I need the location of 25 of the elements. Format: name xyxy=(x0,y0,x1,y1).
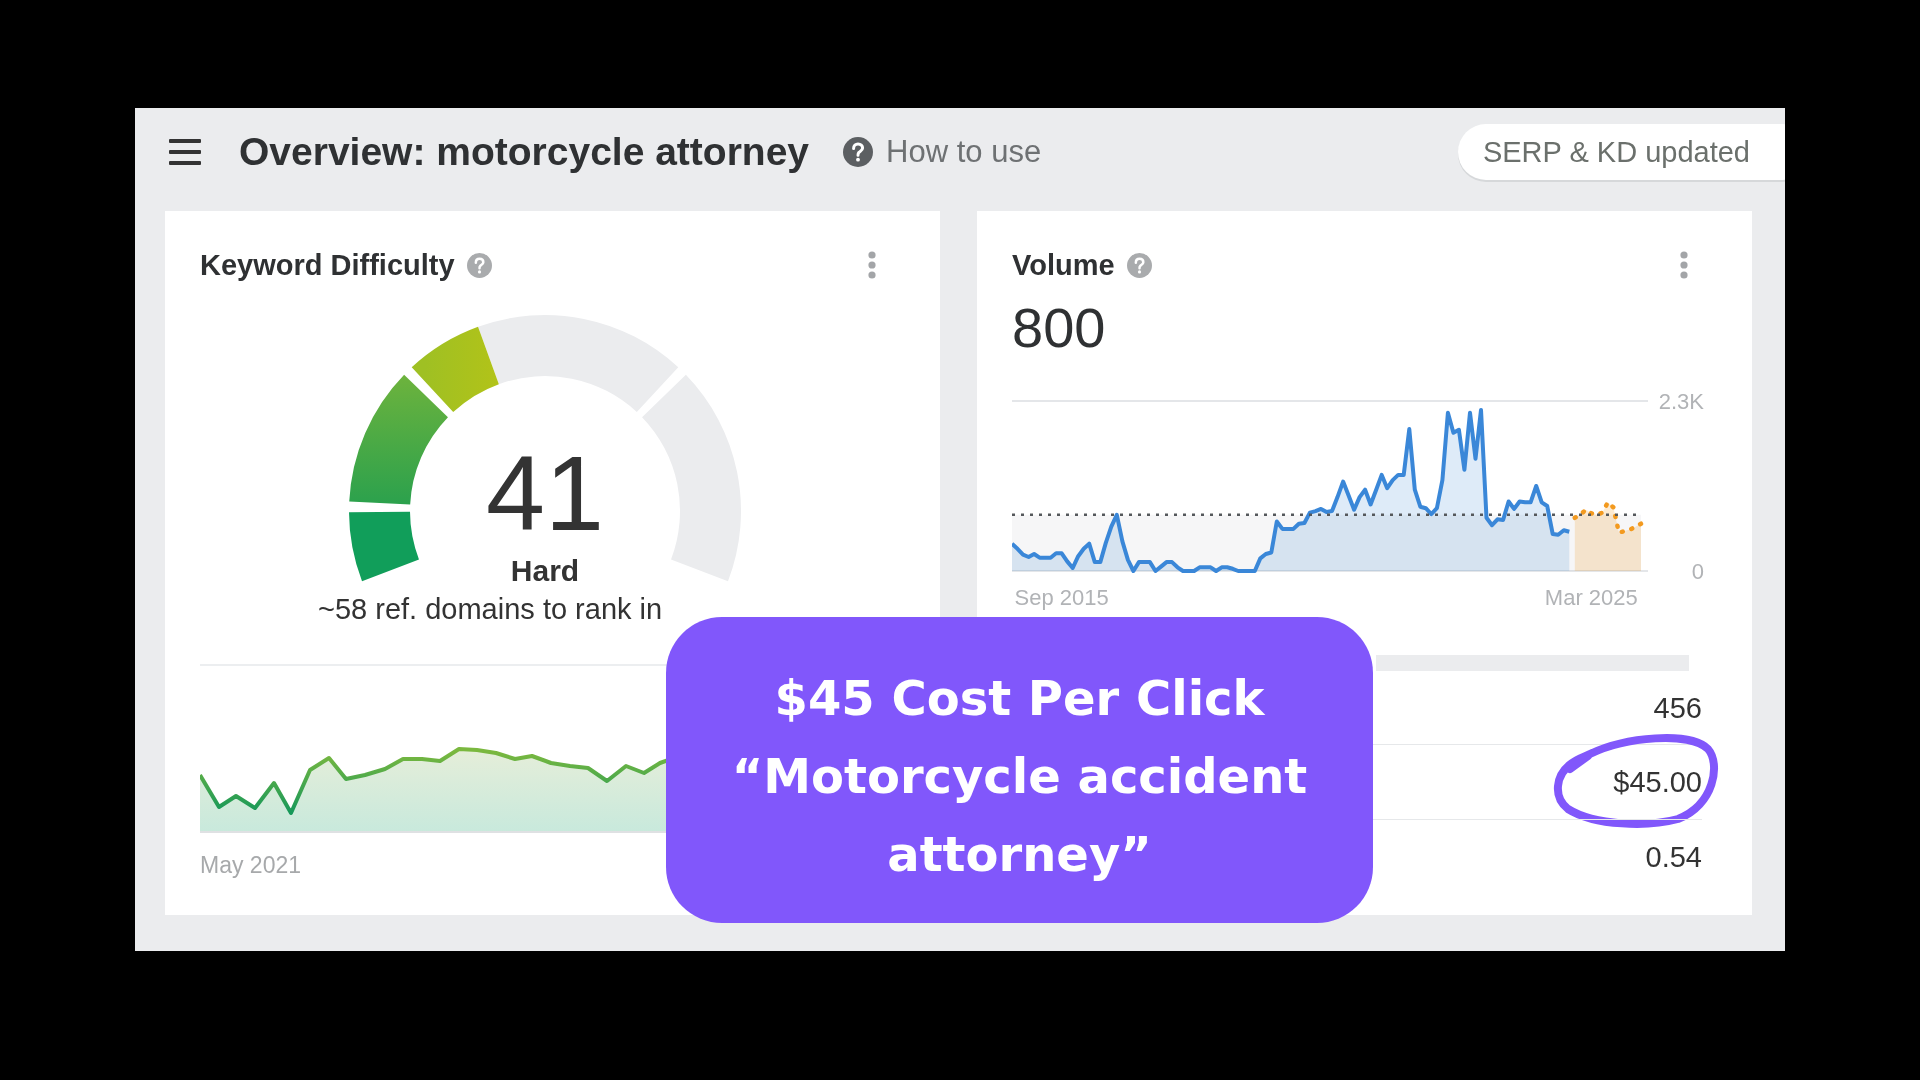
menu-icon[interactable] xyxy=(169,139,201,165)
help-icon xyxy=(843,137,874,167)
axis-label: 2.3K xyxy=(1658,389,1704,414)
axis-label: 0 xyxy=(1691,559,1704,584)
card-title: Volume xyxy=(1012,248,1115,283)
axis-label: Sep 2015 xyxy=(1014,585,1109,610)
metric-value: 0.54 xyxy=(1645,840,1702,874)
axis-label: Mar 2025 xyxy=(1544,585,1638,610)
status-pill: SERP & KD updated xyxy=(1457,124,1785,180)
how-to-use-link[interactable]: How to use xyxy=(843,134,1042,170)
difficulty-note: ~58 ref. domains to rank in xyxy=(318,593,663,626)
help-icon xyxy=(466,252,492,278)
search-volume: 800 xyxy=(1012,296,1106,360)
page-title: Overview: motorcycle attorney xyxy=(239,129,810,175)
help-icon xyxy=(1126,252,1152,278)
more-icon[interactable] xyxy=(868,251,876,279)
card-title: Keyword Difficulty xyxy=(200,248,455,283)
metric-value: $45.00 xyxy=(1613,765,1702,799)
callout-title: $45 Cost Per Click xyxy=(773,669,1266,728)
more-icon[interactable] xyxy=(1680,251,1688,279)
trend-start-label: May 2021 xyxy=(200,851,301,879)
metric-value: 456 xyxy=(1653,690,1702,725)
callout-text: “Motorcycle accident attorney” xyxy=(730,747,1309,884)
difficulty-rating: Hard xyxy=(510,554,580,588)
difficulty-score: 41 xyxy=(486,440,604,546)
